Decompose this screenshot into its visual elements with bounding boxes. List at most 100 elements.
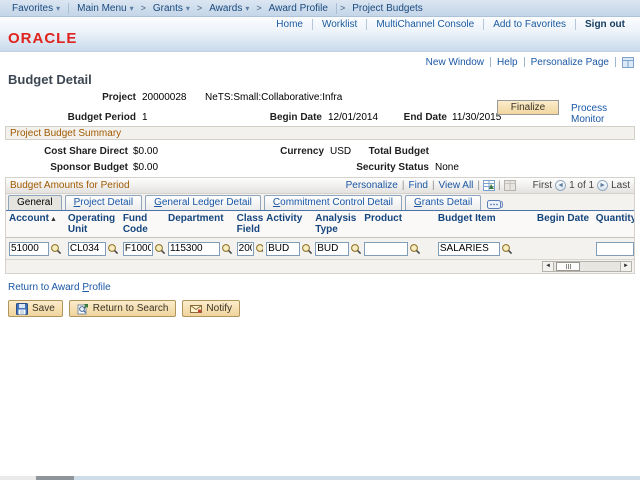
tab-project-detail[interactable]: Project Detail <box>65 195 142 210</box>
begin-date-label: Begin Date <box>222 112 322 123</box>
header-band: Home Worklist MultiChannel Console Add t… <box>0 17 640 52</box>
notify-button[interactable]: Notify <box>182 300 240 317</box>
personalize-link[interactable]: Personalize <box>342 180 402 191</box>
project-budget-summary-header: Project Budget Summary <box>5 126 635 140</box>
quantity-input[interactable] <box>596 242 634 256</box>
tab-label: roject Detail <box>80 197 133 208</box>
breadcrumb-main-menu[interactable]: Main Menu ▾ <box>71 3 139 14</box>
class-field-input[interactable] <box>237 242 254 256</box>
breadcrumb-project-budgets[interactable]: Project Budgets <box>346 3 429 14</box>
budget-item-lookup-icon[interactable] <box>501 243 513 255</box>
breadcrumb-label: Awards <box>209 3 242 14</box>
save-button[interactable]: Save <box>8 300 63 317</box>
page-content: New Window Help Personalize Page Budget … <box>0 52 640 317</box>
breadcrumb-label: Grants <box>153 3 183 14</box>
pager-last-label[interactable]: Last <box>611 180 630 191</box>
grid-column-headers: Account▲ Operating Unit Fund Code Depart… <box>6 211 634 238</box>
scroll-left-icon[interactable]: ◄ <box>543 262 554 271</box>
tab-commitment-control-detail[interactable]: Commitment Control Detail <box>264 195 402 210</box>
window-scrollbar-thumb[interactable] <box>36 476 74 480</box>
multichannel-console-link[interactable]: MultiChannel Console <box>367 19 483 30</box>
breadcrumb-grants[interactable]: Grants ▾ <box>147 3 196 14</box>
column-header-class-field[interactable]: Class Field <box>234 211 264 237</box>
grid-header-bar: Budget Amounts for Period Personalize | … <box>6 178 634 194</box>
currency-label: Currency <box>224 146 324 157</box>
column-header-account[interactable]: Account▲ <box>6 211 65 237</box>
fund-code-input[interactable] <box>123 242 153 256</box>
project-value: 20000028 <box>142 92 187 103</box>
tab-label-hotkey: G <box>154 197 162 208</box>
sort-ascending-icon: ▲ <box>50 216 57 223</box>
download-to-excel-icon[interactable] <box>483 180 495 191</box>
window-horizontal-scrollbar[interactable] <box>0 476 640 480</box>
grid-horizontal-scrollbar[interactable]: ◄ ► <box>542 261 632 272</box>
column-header-operating-unit[interactable]: Operating Unit <box>65 211 120 237</box>
column-header-begin-date[interactable]: Begin Date <box>534 211 593 237</box>
column-header-budget-item[interactable]: Budget Item <box>435 211 534 237</box>
breadcrumb-awards[interactable]: Awards ▾ <box>203 3 255 14</box>
add-to-favorites-link[interactable]: Add to Favorites <box>484 19 575 30</box>
process-monitor-link[interactable]: Process Monitor <box>571 103 640 125</box>
worklist-link[interactable]: Worklist <box>313 19 366 30</box>
tab-label-hotkey: G <box>414 197 422 208</box>
sign-out-link[interactable]: Sign out <box>576 19 634 30</box>
personalize-page-link[interactable]: Personalize Page <box>525 57 615 68</box>
activity-input[interactable] <box>266 242 300 256</box>
return-to-search-button[interactable]: Return to Search <box>69 300 177 317</box>
pager-first-label[interactable]: First <box>533 180 552 191</box>
class-field-lookup-icon[interactable] <box>255 243 263 255</box>
breadcrumb-award-profile[interactable]: Award Profile <box>263 3 334 14</box>
analysis-type-lookup-icon[interactable] <box>350 243 361 255</box>
tab-general-ledger-detail[interactable]: General Ledger Detail <box>145 195 261 210</box>
utility-links: New Window Help Personalize Page <box>0 52 640 68</box>
column-header-product[interactable]: Product <box>361 211 435 237</box>
fund-code-lookup-icon[interactable] <box>154 243 165 255</box>
product-input[interactable] <box>364 242 408 256</box>
scrollbar-thumb[interactable] <box>556 262 580 271</box>
column-header-activity[interactable]: Activity <box>263 211 312 237</box>
breadcrumb-label: Main Menu <box>77 3 126 14</box>
new-window-link[interactable]: New Window <box>420 57 490 68</box>
department-input[interactable] <box>168 242 220 256</box>
save-button-label: Save <box>32 303 55 314</box>
pager-next-icon[interactable]: ► <box>597 180 608 191</box>
budget-item-input[interactable] <box>438 242 500 256</box>
finalize-button[interactable]: Finalize <box>497 100 559 115</box>
chevron-down-icon: ▾ <box>56 4 60 13</box>
return-to-award-profile-link[interactable]: Return to Award Profile <box>0 274 640 293</box>
download-disabled-icon <box>504 180 516 191</box>
help-link[interactable]: Help <box>491 57 524 68</box>
pager-previous-icon[interactable]: ◄ <box>555 180 566 191</box>
operating-unit-input[interactable] <box>68 242 106 256</box>
scrollbar-track[interactable] <box>554 262 620 271</box>
analysis-type-input[interactable] <box>315 242 349 256</box>
column-header-fund-code[interactable]: Fund Code <box>120 211 165 237</box>
account-lookup-icon[interactable] <box>50 243 62 255</box>
find-link[interactable]: Find <box>404 180 431 191</box>
page-title: Budget Detail <box>0 68 640 88</box>
product-lookup-icon[interactable] <box>409 243 421 255</box>
end-date-value: 11/30/2015 <box>452 112 501 123</box>
notify-button-label: Notify <box>206 303 232 314</box>
divider <box>615 57 616 67</box>
show-all-columns-icon[interactable] <box>487 197 504 208</box>
chevron-down-icon: ▾ <box>130 4 134 13</box>
page-layout-icon[interactable] <box>622 57 634 68</box>
pager-position: 1 of 1 <box>569 180 594 191</box>
account-input[interactable] <box>9 242 49 256</box>
security-status-value: None <box>435 162 459 173</box>
operating-unit-lookup-icon[interactable] <box>107 243 119 255</box>
tab-grants-detail[interactable]: Grants Detail <box>405 195 481 210</box>
activity-lookup-icon[interactable] <box>301 243 312 255</box>
column-header-analysis-type[interactable]: Analysis Type <box>312 211 361 237</box>
department-lookup-icon[interactable] <box>221 243 233 255</box>
breadcrumb-favorites[interactable]: Favorites ▾ <box>6 3 66 14</box>
scroll-right-icon[interactable]: ► <box>620 262 631 271</box>
column-header-department[interactable]: Department <box>165 211 234 237</box>
tab-general[interactable]: General <box>8 195 62 210</box>
home-link[interactable]: Home <box>267 19 312 30</box>
view-all-link[interactable]: View All <box>435 180 478 191</box>
cost-share-direct-value: $0.00 <box>133 146 158 157</box>
column-header-quantity[interactable]: Quantity <box>593 211 634 237</box>
breadcrumb-label: Project Budgets <box>352 3 423 14</box>
